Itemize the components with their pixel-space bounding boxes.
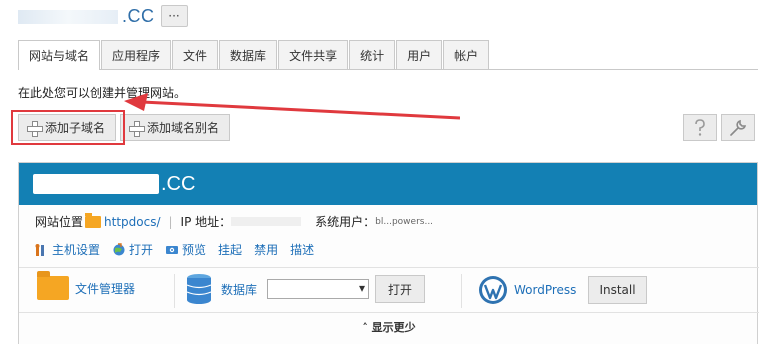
divider [461,274,462,308]
domain-title: .CC [18,6,155,27]
site-location-label: 网站位置 [35,215,84,229]
hosting-settings-icon [35,243,44,256]
install-wordpress-button[interactable]: Install [588,276,647,304]
more-options-button[interactable]: ··· [160,5,188,27]
domain-panel: .CC 网站位置 httpdocs/ | IP 地址： 系统用户： bl...p… [18,162,759,344]
chevron-up-icon: ˄ [362,321,372,334]
wrench-icon[interactable] [721,114,755,141]
site-actions: 主机设置 打开 预览 挂起 禁用 描述 [35,241,326,258]
sysuser-label: 系统用户： [315,215,376,229]
right-tools [679,114,755,141]
wordpress-tool: WordPress Install [478,275,647,305]
file-manager-label: 文件管理器 [75,281,136,296]
suspend-link[interactable]: 挂起 [218,241,242,258]
tab-account[interactable]: 帐户 [443,40,490,69]
tab-statistics[interactable]: 统计 [349,40,396,69]
show-less-label: 显示更少 [371,321,416,334]
httpdocs-link[interactable]: httpdocs/ [104,215,160,229]
site-tools: 文件管理器 数据库 打开 WordPress Install [19,267,759,313]
tab-users[interactable]: 用户 [396,40,443,69]
database-select[interactable] [267,279,370,299]
database-label[interactable]: 数据库 [221,281,257,298]
annotation-highlight-box [11,110,125,145]
redacted-site-name [33,174,159,194]
tab-applications[interactable]: 应用程序 [101,40,172,69]
show-less-toggle[interactable]: ˄ 显示更少 [19,319,759,335]
open-globe-icon [113,242,125,255]
folder-icon [37,271,69,300]
domain-header: .CC ··· [18,2,188,30]
sysuser-value: bl...powers... [375,216,434,227]
tab-databases[interactable]: 数据库 [219,40,278,69]
redacted-domain-name [18,9,118,24]
preview-label: 预览 [182,243,207,257]
domain-suffix: .CC [122,5,155,26]
plus-icon [129,120,146,137]
database-tool: 数据库 打开 [185,273,426,305]
tab-file-sharing[interactable]: 文件共享 [278,40,349,69]
wordpress-label[interactable]: WordPress [514,283,576,297]
domain-panel-header: .CC [19,163,757,205]
hosting-settings-link[interactable]: 主机设置 [35,241,100,258]
site-info-row: 网站位置 httpdocs/ | IP 地址： 系统用户： bl...power… [35,212,434,230]
folder-icon [85,212,102,228]
database-icon [186,274,212,304]
disable-link[interactable]: 禁用 [254,241,278,258]
divider: | [168,214,173,229]
tab-websites-domains[interactable]: 网站与域名 [18,40,101,70]
wordpress-icon [479,276,507,304]
tab-files[interactable]: 文件 [172,40,219,69]
main-tabs: 网站与域名 应用程序 文件 数据库 文件共享 统计 用户 帐户 [18,40,490,70]
divider [174,274,175,308]
open-site-link[interactable]: 打开 [112,241,153,258]
open-site-label: 打开 [129,243,154,257]
open-database-button[interactable]: 打开 [375,275,426,303]
hosting-settings-label: 主机设置 [52,243,101,257]
preview-icon [166,245,179,254]
file-manager-tool[interactable]: 文件管理器 [37,271,136,300]
description-link[interactable]: 描述 [290,241,314,258]
question-icon[interactable] [683,114,717,141]
redacted-ip [231,217,302,226]
ip-label: IP 地址： [180,215,232,229]
tab-divider [18,69,758,70]
preview-link[interactable]: 预览 [165,241,206,258]
annotation-arrow [124,93,460,120]
site-name: .CC [161,172,196,195]
